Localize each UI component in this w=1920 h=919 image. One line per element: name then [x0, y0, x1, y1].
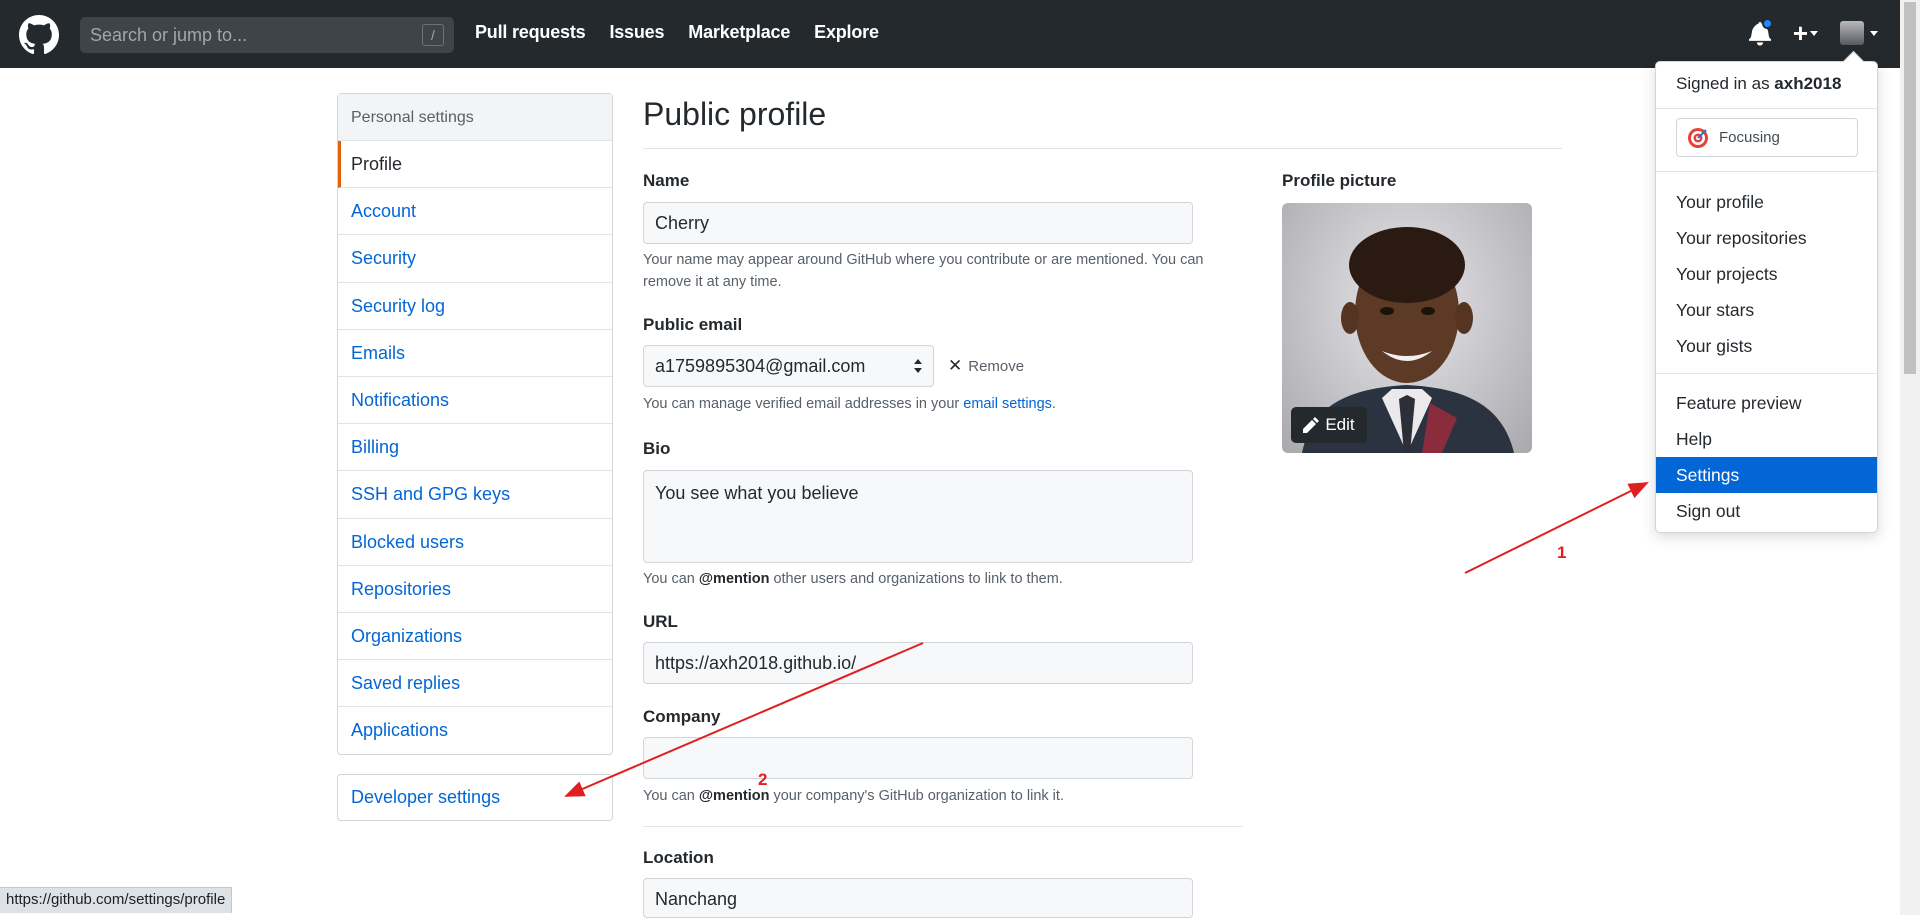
user-menu-toggle[interactable]	[1840, 21, 1878, 45]
url-field[interactable]: https://axh2018.github.io/	[643, 642, 1193, 684]
top-navbar: Search or jump to... / Pull requests Iss…	[0, 0, 1920, 68]
header-actions: +	[1748, 18, 1878, 46]
mention-text: @mention	[698, 571, 770, 587]
set-status-button[interactable]: Focusing	[1676, 118, 1858, 157]
chevron-down-icon	[1870, 30, 1878, 36]
location-field[interactable]: Nanchang	[643, 878, 1193, 918]
mention-text: @mention	[698, 788, 770, 804]
nav-marketplace[interactable]: Marketplace	[688, 22, 790, 43]
primary-nav: Pull requests Issues Marketplace Explore	[475, 22, 879, 43]
sidebar-item-blocked-users[interactable]: Blocked users	[338, 519, 612, 566]
select-arrows-icon	[914, 359, 922, 373]
public-email-value: a1759895304@gmail.com	[655, 356, 866, 376]
sidebar-item-notifications[interactable]: Notifications	[338, 377, 612, 425]
sidebar-item-ssh-gpg-keys[interactable]: SSH and GPG keys	[338, 471, 612, 519]
bio-help-pre: You can	[643, 571, 699, 587]
divider	[643, 826, 1243, 827]
search-shortcut-key: /	[422, 24, 444, 46]
search-input[interactable]: Search or jump to... /	[80, 17, 454, 53]
email-help-text: You can manage verified email addresses …	[643, 393, 1056, 415]
divider	[643, 148, 1562, 149]
menu-feature-preview[interactable]: Feature preview	[1656, 385, 1877, 421]
public-email-label: Public email	[643, 315, 743, 334]
sidebar-item-security[interactable]: Security	[338, 235, 612, 283]
menu-sign-out[interactable]: Sign out	[1656, 493, 1877, 529]
profile-picture-label: Profile picture	[1282, 171, 1397, 190]
edit-picture-button[interactable]: Edit	[1291, 407, 1367, 443]
remove-email-button[interactable]: ✕ Remove	[948, 356, 1024, 376]
signed-in-as: Signed in as axh2018	[1676, 74, 1841, 94]
sidebar-item-account[interactable]: Account	[338, 188, 612, 236]
menu-help[interactable]: Help	[1656, 421, 1877, 457]
browser-status-url: https://github.com/settings/profile	[0, 887, 233, 913]
user-dropdown-menu: Signed in as axh2018 Focusing Your profi…	[1655, 61, 1878, 533]
company-field[interactable]	[643, 737, 1193, 779]
email-help-post: .	[1051, 396, 1056, 412]
sidebar-item-security-log[interactable]: Security log	[338, 283, 612, 330]
sidebar-heading: Personal settings	[338, 94, 612, 141]
edit-label: Edit	[1325, 415, 1355, 434]
create-new-dropdown[interactable]: +	[1793, 20, 1818, 46]
menu-your-profile[interactable]: Your profile	[1656, 184, 1877, 220]
notifications-bell-icon[interactable]	[1748, 18, 1773, 46]
sidebar-item-billing[interactable]: Billing	[338, 424, 612, 472]
bio-label: Bio	[643, 439, 671, 458]
nav-pull-requests[interactable]: Pull requests	[475, 22, 586, 43]
sidebar-item-saved-replies[interactable]: Saved replies	[338, 660, 612, 708]
name-help-text: Your name may appear around GitHub where…	[643, 252, 1204, 290]
company-help-pre: You can	[643, 788, 699, 804]
menu-your-repositories[interactable]: Your repositories	[1656, 220, 1877, 256]
menu-your-stars[interactable]: Your stars	[1656, 292, 1877, 328]
sidebar-item-emails[interactable]: Emails	[338, 330, 612, 377]
bio-textarea[interactable]: You see what you believe	[643, 470, 1193, 563]
search-placeholder: Search or jump to...	[90, 25, 248, 45]
url-label: URL	[643, 612, 678, 631]
settings-sidebar: Personal settings Profile Account Securi…	[337, 93, 613, 756]
annotation-label-2: 2	[758, 770, 768, 789]
signed-in-prefix: Signed in as	[1676, 74, 1775, 93]
arrow-to-settings	[1464, 482, 1649, 574]
remove-label: Remove	[968, 357, 1025, 375]
divider	[1656, 373, 1877, 374]
avatar	[1840, 21, 1864, 45]
bio-help-post: other users and organizations to link to…	[769, 571, 1063, 587]
sidebar-item-repositories[interactable]: Repositories	[338, 566, 612, 613]
scrollbar-thumb[interactable]	[1904, 2, 1916, 374]
chevron-down-icon	[1810, 30, 1818, 36]
target-icon	[1688, 127, 1708, 148]
page-title: Public profile	[643, 96, 827, 132]
name-field[interactable]: Cherry	[643, 202, 1193, 244]
email-settings-link[interactable]: email settings	[963, 396, 1052, 412]
username: axh2018	[1774, 74, 1842, 93]
public-email-select[interactable]: a1759895304@gmail.com	[643, 345, 934, 387]
status-label: Focusing	[1719, 129, 1780, 146]
annotation-label-1: 1	[1557, 543, 1567, 562]
nav-explore[interactable]: Explore	[814, 22, 879, 43]
name-label: Name	[643, 171, 690, 190]
nav-issues[interactable]: Issues	[609, 22, 664, 43]
divider	[1656, 108, 1877, 109]
plus-icon: +	[1792, 18, 1808, 48]
location-label: Location	[643, 848, 714, 867]
pencil-icon	[1303, 417, 1320, 433]
menu-your-projects[interactable]: Your projects	[1656, 256, 1877, 292]
bio-help-text: You can @mention other users and organiz…	[643, 568, 1063, 590]
company-label: Company	[643, 707, 721, 726]
scrollbar[interactable]	[1900, 0, 1920, 915]
menu-your-gists[interactable]: Your gists	[1656, 328, 1877, 364]
company-help-text: You can @mention your company's GitHub o…	[643, 785, 1064, 807]
github-logo-icon[interactable]	[19, 15, 59, 55]
email-help-pre: You can manage verified email addresses …	[643, 396, 964, 412]
company-help-post: your company's GitHub organization to li…	[769, 788, 1064, 804]
sidebar-item-organizations[interactable]: Organizations	[338, 613, 612, 661]
sidebar-item-applications[interactable]: Applications	[338, 707, 612, 754]
unread-dot	[1761, 18, 1773, 29]
sidebar-item-profile[interactable]: Profile	[338, 141, 612, 189]
close-icon: ✕	[948, 356, 963, 375]
menu-settings[interactable]: Settings	[1656, 457, 1877, 493]
sidebar-item-developer-settings[interactable]: Developer settings	[337, 774, 613, 821]
divider	[1656, 171, 1877, 172]
